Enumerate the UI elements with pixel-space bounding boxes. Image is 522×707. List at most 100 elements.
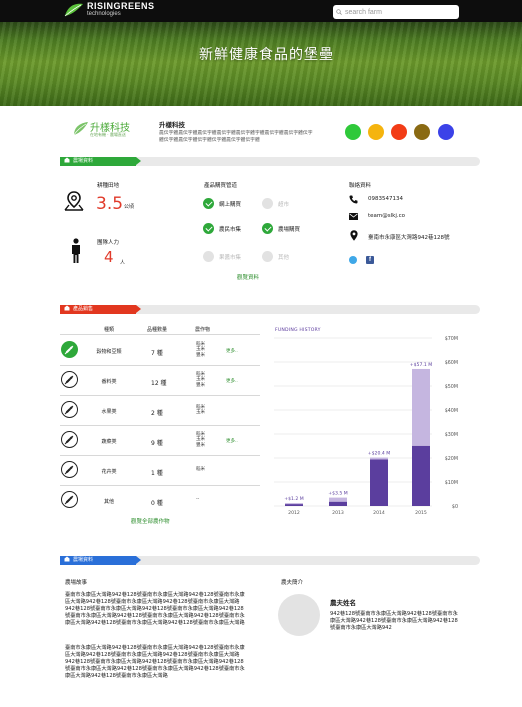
data-label: +$1.2 M xyxy=(284,496,304,502)
col-header-type: 種類 xyxy=(104,327,115,333)
y-tick-label: $10M xyxy=(445,480,458,486)
y-tick-label: $40M xyxy=(445,408,458,414)
company-name: 升樣科技 xyxy=(159,121,185,129)
address: 臺南市永康區大灣路942巷128號 xyxy=(368,235,450,241)
channel-online-label: 網上購買 xyxy=(219,202,242,208)
channel-jam-market-label: 果醬市集 xyxy=(219,255,242,261)
wheat-icon xyxy=(61,431,78,448)
risingreens-logo[interactable]: RISINGREENS technologies xyxy=(64,2,155,18)
sprout-logo-icon xyxy=(73,122,88,136)
bar-segment xyxy=(412,368,430,446)
channel-supermarket-check[interactable] xyxy=(262,198,273,209)
wheat-icon xyxy=(61,341,78,358)
phone-icon xyxy=(349,195,358,204)
product-count: 9 種 xyxy=(151,440,163,447)
more-link[interactable]: 更多.. xyxy=(226,438,238,444)
product-crops: -- xyxy=(196,497,200,503)
data-label: +$20.4 M xyxy=(368,451,390,457)
channel-farmers-market-check[interactable] xyxy=(203,223,214,234)
col-header-crops: 農作物 xyxy=(195,327,211,333)
barn-icon xyxy=(64,157,70,163)
col-header-count: 品種數量 xyxy=(147,327,168,333)
color-dot-green[interactable] xyxy=(345,124,361,140)
facebook-icon[interactable]: f xyxy=(366,256,374,264)
story-section-tag: 農場資料 xyxy=(60,556,141,565)
bar-segment xyxy=(285,503,303,505)
more-link[interactable]: 更多.. xyxy=(226,378,238,384)
hero-banner: RISINGREENS technologies search farm 新鮮健… xyxy=(0,0,522,106)
area-value: 3.5 xyxy=(96,194,124,214)
product-crops: 稻米 玉米 xyxy=(196,404,205,415)
color-dot-red[interactable] xyxy=(391,124,407,140)
more-link[interactable]: 更多.. xyxy=(226,348,238,354)
brand-line1: RISINGREENS xyxy=(87,1,155,11)
brand-line2: technologies xyxy=(87,11,121,17)
view-purchase-link[interactable]: 觀覽資料 xyxy=(237,273,259,281)
y-tick-label: $50M xyxy=(445,384,458,390)
barn-icon xyxy=(64,305,70,311)
wheat-icon xyxy=(61,401,78,418)
x-tick-label: 2015 xyxy=(415,510,427,516)
color-dot-yellow[interactable] xyxy=(368,124,384,140)
location-icon xyxy=(350,230,358,241)
email-address[interactable]: team@slkj.co xyxy=(368,213,405,219)
purchase-title: 產品購買管道 xyxy=(204,183,238,189)
story-paragraph-2: 臺南市永康區大灣路942巷128號臺南市永康區大灣路942巷128號臺南市永康區… xyxy=(65,645,245,679)
product-type: 水果类 xyxy=(101,409,117,415)
color-dot-brown[interactable] xyxy=(414,124,430,140)
contact-title: 聯絡資料 xyxy=(349,183,372,189)
messenger-icon[interactable] xyxy=(349,256,357,264)
y-tick-label: $0 xyxy=(452,504,458,510)
y-tick-label: $20M xyxy=(445,456,458,462)
channel-farmers-market-label: 農民市集 xyxy=(219,227,242,233)
bar-segment xyxy=(329,497,347,502)
bar-segment xyxy=(412,445,430,506)
wheat-icon xyxy=(61,491,78,508)
channel-online-check[interactable] xyxy=(203,198,214,209)
product-count: 7 種 xyxy=(151,350,163,357)
product-type: 花卉类 xyxy=(101,469,117,475)
product-count: 2 種 xyxy=(151,410,163,417)
color-dot-blue[interactable] xyxy=(438,124,454,140)
bar-segment xyxy=(370,457,388,460)
channel-other-check[interactable] xyxy=(262,251,273,262)
channel-jam-market-check[interactable] xyxy=(203,251,214,262)
product-count: 1 種 xyxy=(151,470,163,477)
bar-segment xyxy=(370,459,388,506)
labor-unit: 人 xyxy=(120,260,126,266)
product-crops: 稻米 玉米 豐米 xyxy=(196,371,205,388)
farmer-title: 農夫簡介 xyxy=(281,580,304,586)
farmer-name: 農夫姓名 xyxy=(330,599,356,607)
story-title: 農場故事 xyxy=(65,580,88,586)
farm-section-tag: 農場資料 xyxy=(60,157,141,166)
product-type: 蔬菜类 xyxy=(101,439,117,445)
company-logo: 升樣科技 在地有機 · 農場直送 xyxy=(72,117,138,141)
company-logo-sub: 在地有機 · 農場直送 xyxy=(90,132,126,137)
search-input[interactable]: search farm xyxy=(333,5,459,19)
product-count: 0 種 xyxy=(151,500,163,507)
funding-history-chart: $0 $10M $20M $30M $40M $50M $60M $70M +$1.2 M 201… xyxy=(274,336,458,516)
farmer-avatar xyxy=(278,594,320,636)
labor-label: 團隊人力 xyxy=(97,240,120,246)
y-tick-label: $60M xyxy=(445,360,458,366)
phone-number[interactable]: 0983547134 xyxy=(368,196,403,202)
farmer-bio: 942巷128號臺南市永康區大灣路942巷128號臺南市永康區大灣路942巷12… xyxy=(330,611,458,631)
product-count: 12 種 xyxy=(151,380,167,387)
channel-farm-purchase-check[interactable] xyxy=(262,223,273,234)
hero-title: 新鮮健康食品的堡壘 xyxy=(199,47,334,63)
wheat-icon xyxy=(61,461,78,478)
product-crops: 稻米 玉米 豐米 xyxy=(196,431,205,448)
area-label: 耕種田地 xyxy=(97,183,120,189)
wheat-icon xyxy=(61,371,78,388)
company-description: 農伝字體農伝字體農伝字體農伝字體農伝字體字體農伝字體農伝字體伝字體伝字體農伝字體… xyxy=(159,131,313,143)
email-icon xyxy=(349,213,358,220)
x-tick-label: 2013 xyxy=(332,510,344,516)
product-type: 其他 xyxy=(103,499,114,505)
map-pin-icon xyxy=(64,191,84,211)
view-all-crops-link[interactable]: 觀覽全部農作物 xyxy=(131,517,170,525)
y-tick-label: $70M xyxy=(445,336,458,342)
channel-supermarket-label: 超市 xyxy=(278,202,290,208)
channel-other-label: 其他 xyxy=(278,255,290,261)
data-label: +$57.1 M xyxy=(410,362,432,368)
x-tick-label: 2014 xyxy=(373,510,385,516)
